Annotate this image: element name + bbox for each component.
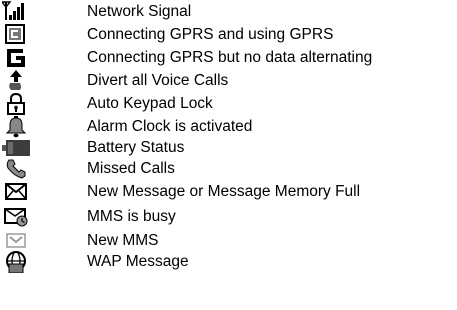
- list-item-label: Missed Calls: [87, 160, 175, 177]
- gprs-no-data-icon: [2, 47, 30, 69]
- list-item-label: New Message or Message Memory Full: [87, 183, 361, 200]
- list-item-label: WAP Message: [87, 253, 189, 270]
- list-item-label: Divert all Voice Calls: [87, 72, 229, 89]
- gprs-connected-icon: [2, 24, 30, 46]
- list-item-label: MMS is busy: [87, 208, 176, 225]
- list-item: WAP Message: [0, 251, 457, 273]
- list-item: Connecting GPRS and using GPRS: [0, 24, 457, 46]
- list-item: Auto Keypad Lock: [0, 93, 457, 115]
- list-item-label: Network Signal: [87, 3, 192, 20]
- list-item-label: Auto Keypad Lock: [87, 95, 213, 112]
- list-item: New MMS: [0, 230, 457, 252]
- mms-busy-icon: [2, 206, 30, 228]
- new-mms-icon: [2, 230, 30, 252]
- list-item: Connecting GPRS but no data alternating: [0, 47, 457, 69]
- alarm-bell-icon: [2, 116, 30, 138]
- list-item-label: Connecting GPRS and using GPRS: [87, 26, 334, 43]
- list-item-label: Alarm Clock is activated: [87, 118, 253, 135]
- list-item-label: New MMS: [87, 232, 159, 249]
- list-item: Missed Calls: [0, 158, 457, 180]
- list-item: Alarm Clock is activated: [0, 116, 457, 138]
- call-divert-icon: [2, 70, 30, 92]
- wap-message-icon: [2, 251, 30, 273]
- list-item: Battery Status: [0, 137, 457, 159]
- list-item-label: Battery Status: [87, 139, 185, 156]
- list-item: New Message or Message Memory Full: [0, 181, 457, 203]
- list-item: Network Signal: [0, 1, 457, 23]
- list-item-label: Connecting GPRS but no data alternating: [87, 49, 373, 66]
- battery-icon: [2, 137, 30, 159]
- padlock-icon: [2, 93, 30, 115]
- list-item: MMS is busy: [0, 206, 457, 228]
- envelope-icon: [2, 181, 30, 203]
- status-icon-legend: Network Signal Connecting GPRS and using…: [0, 0, 457, 310]
- list-item: Divert all Voice Calls: [0, 70, 457, 92]
- network-signal-icon: [2, 1, 30, 23]
- missed-call-icon: [2, 158, 30, 180]
